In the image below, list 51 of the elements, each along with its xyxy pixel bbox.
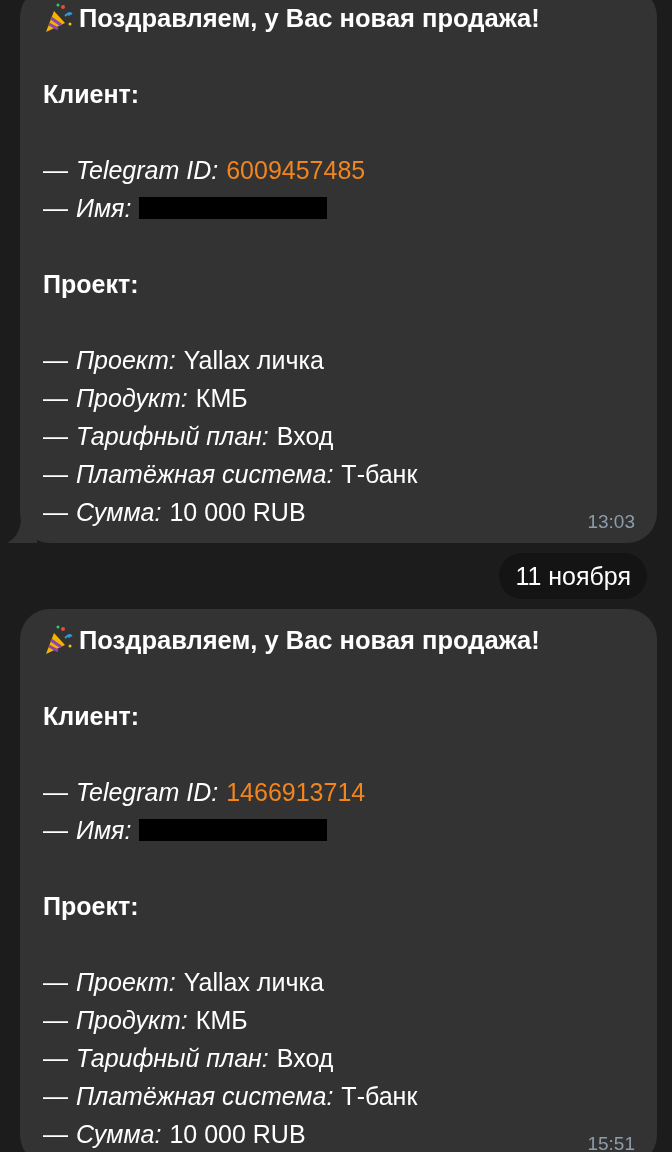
dash: — bbox=[43, 1005, 68, 1036]
field-label: Сумма: bbox=[76, 1119, 162, 1150]
field-label: Telegram ID: bbox=[76, 777, 219, 808]
field-label: Telegram ID: bbox=[76, 155, 219, 186]
field-value: Yallax личка bbox=[183, 967, 324, 998]
section-heading: Клиент: bbox=[43, 79, 141, 110]
dash: — bbox=[43, 967, 68, 998]
date-pill: 11 ноября bbox=[499, 553, 647, 599]
party-popper-icon bbox=[43, 2, 73, 34]
field-value: Т-банк bbox=[341, 459, 418, 490]
field-label: Тарифный план: bbox=[76, 1043, 269, 1074]
dash: — bbox=[43, 193, 68, 224]
field-label: Проект: bbox=[76, 345, 176, 376]
section-heading: Проект: bbox=[43, 891, 140, 922]
dash: — bbox=[43, 383, 68, 414]
dash: — bbox=[43, 155, 68, 186]
section-heading: Проект: bbox=[43, 269, 140, 300]
message-title: Поздравляем, у Вас новая продажа! bbox=[79, 3, 540, 34]
field-value: Вход bbox=[276, 421, 334, 452]
dash: — bbox=[43, 421, 68, 452]
field-value: Yallax личка bbox=[183, 345, 324, 376]
id-link[interactable]: 6009457485 bbox=[226, 151, 366, 189]
field-label: Имя: bbox=[76, 815, 132, 846]
field-value: 10 000 RUB bbox=[169, 497, 306, 528]
dash: — bbox=[43, 345, 68, 376]
field-label: Продукт: bbox=[76, 1005, 188, 1036]
field-value: 10 000 RUB bbox=[169, 1119, 306, 1150]
dash: — bbox=[43, 1119, 68, 1150]
id-link[interactable]: 1466913714 bbox=[226, 773, 366, 811]
field-label: Тарифный план: bbox=[76, 421, 269, 452]
field-value: Т-банк bbox=[341, 1081, 418, 1112]
dash: — bbox=[43, 497, 68, 528]
field-value: КМБ bbox=[195, 1005, 248, 1036]
field-label: Платёжная система: bbox=[76, 459, 334, 490]
dash: — bbox=[43, 777, 68, 808]
field-label: Имя: bbox=[76, 193, 132, 224]
message-title: Поздравляем, у Вас новая продажа! bbox=[79, 625, 540, 656]
dash: — bbox=[43, 1043, 68, 1074]
field-label: Проект: bbox=[76, 967, 176, 998]
dash: — bbox=[43, 459, 68, 490]
field-label: Продукт: bbox=[76, 383, 188, 414]
field-label: Сумма: bbox=[76, 497, 162, 528]
field-label: Платёжная система: bbox=[76, 1081, 334, 1112]
dash: — bbox=[43, 1081, 68, 1112]
field-value: КМБ bbox=[195, 383, 248, 414]
message-time: 15:51 bbox=[587, 1134, 635, 1152]
field-value: Вход bbox=[276, 1043, 334, 1074]
party-popper-icon bbox=[43, 624, 73, 656]
dash: — bbox=[43, 815, 68, 846]
message-time: 13:03 bbox=[587, 512, 635, 531]
section-heading: Клиент: bbox=[43, 701, 141, 732]
